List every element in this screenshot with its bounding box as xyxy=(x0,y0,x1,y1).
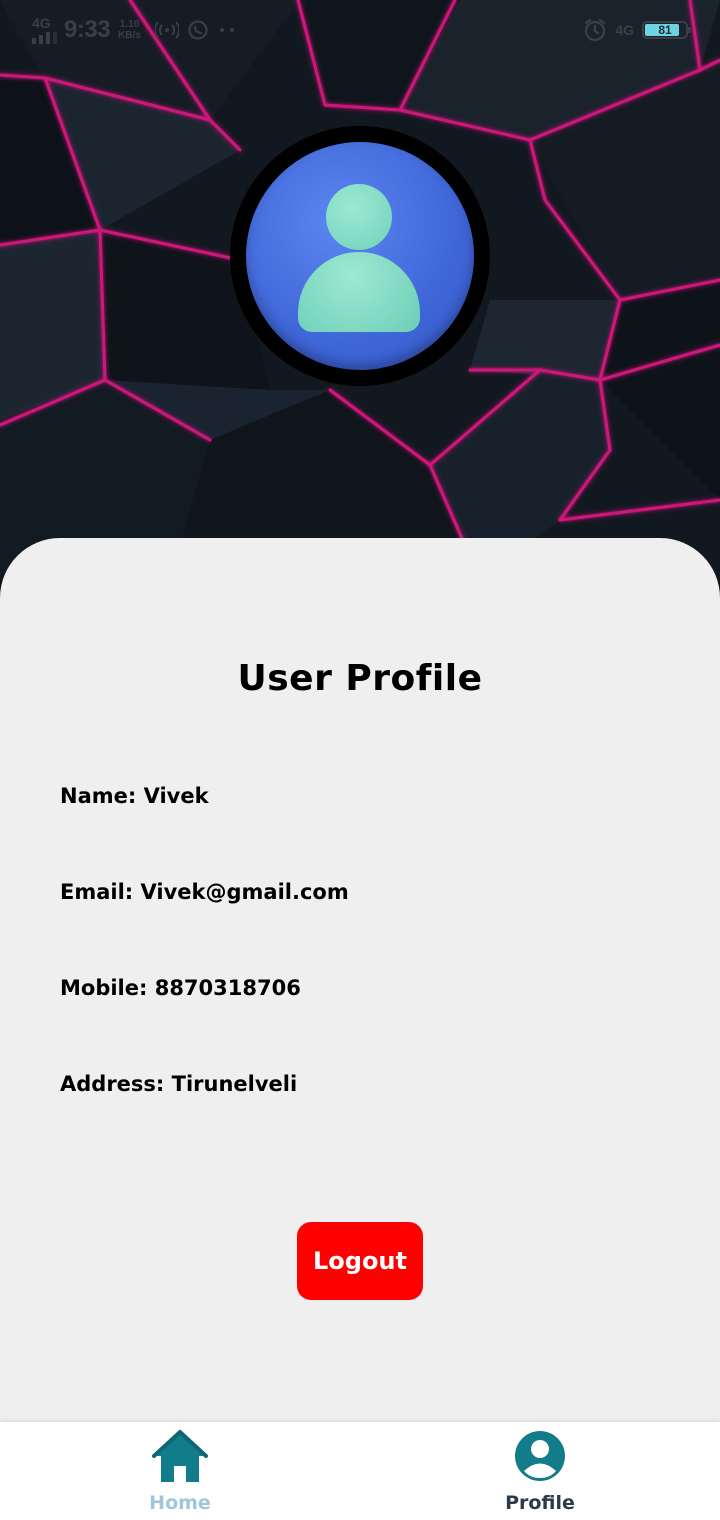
mobile-signal: 4G xyxy=(30,15,57,44)
profile-icon xyxy=(515,1431,565,1481)
profile-address: Address: Tirunelveli xyxy=(60,1072,298,1096)
whatsapp-icon xyxy=(188,20,208,40)
network-speed-unit: KB/s xyxy=(118,30,141,41)
battery-level: 81 xyxy=(658,23,672,37)
bottom-navigation: Home Profile xyxy=(0,1422,720,1520)
logout-button[interactable]: Logout xyxy=(297,1222,423,1300)
nav-label-home: Home xyxy=(149,1492,211,1514)
avatar-user-icon xyxy=(246,142,474,370)
profile-card: User Profile Name: Vivek Email: Vivek@gm… xyxy=(0,538,720,1422)
page-title: User Profile xyxy=(237,658,483,699)
more-dots-icon xyxy=(219,28,234,32)
hotspot-icon xyxy=(154,21,179,39)
network-type-right: 4G xyxy=(615,22,634,38)
hero-background: 4G 9:33 1.10 KB/s 4G 81 xyxy=(0,0,720,580)
profile-email: Email: Vivek@gmail.com xyxy=(60,880,349,904)
status-bar: 4G 9:33 1.10 KB/s 4G 81 xyxy=(0,0,720,64)
nav-label-profile: Profile xyxy=(505,1492,575,1514)
alarm-icon xyxy=(585,18,606,42)
battery-icon: 81 xyxy=(642,21,691,39)
home-icon xyxy=(152,1430,208,1482)
network-speed-value: 1.10 xyxy=(119,19,140,30)
profile-name: Name: Vivek xyxy=(60,784,209,808)
network-type-label: 4G xyxy=(32,15,51,31)
network-speed: 1.10 KB/s xyxy=(118,19,141,41)
nav-item-home[interactable]: Home xyxy=(80,1422,280,1520)
profile-avatar xyxy=(230,126,490,386)
signal-bars-icon xyxy=(32,32,57,44)
profile-mobile: Mobile: 8870318706 xyxy=(60,976,301,1000)
nav-item-profile[interactable]: Profile xyxy=(440,1422,640,1520)
clock: 9:33 xyxy=(64,16,111,43)
